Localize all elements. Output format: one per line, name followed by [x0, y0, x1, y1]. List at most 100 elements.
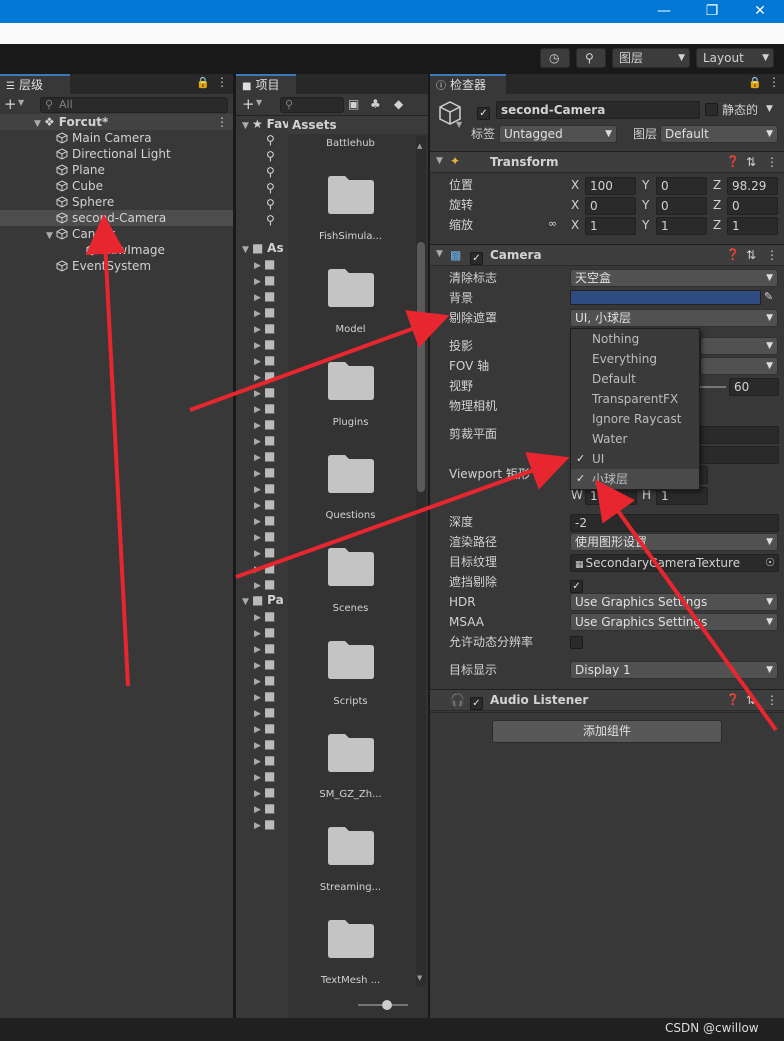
camera-enabled-checkbox[interactable]: ✓ — [470, 248, 483, 265]
search-icon[interactable]: ⚲ — [576, 48, 606, 68]
scrollbar-thumb[interactable] — [417, 242, 425, 492]
position-y-field[interactable]: 0 — [656, 177, 707, 195]
hierarchy-item[interactable]: Plane — [0, 162, 233, 178]
history-icon[interactable]: ◷ — [540, 48, 570, 68]
add-icon[interactable]: + — [4, 95, 17, 113]
favorite-item[interactable]: ⚲ — [266, 132, 275, 148]
more-icon[interactable]: ⋮ — [768, 75, 780, 89]
package-item[interactable]: ▶ ■ — [254, 656, 275, 672]
object-name-field[interactable]: second-Camera — [496, 101, 700, 119]
favorite-item[interactable]: ⚲ — [266, 212, 275, 228]
more-icon[interactable]: ⋮ — [766, 248, 778, 262]
package-item[interactable]: ▶ ■ — [254, 640, 275, 656]
active-checkbox[interactable]: ✓ — [477, 103, 490, 120]
near-clip-field[interactable] — [700, 426, 779, 444]
hierarchy-item[interactable]: Cube — [0, 178, 233, 194]
help-icon[interactable]: ❓ — [726, 155, 740, 168]
more-icon[interactable]: ⋮ — [766, 155, 778, 169]
favorite-item[interactable]: ⚲ — [266, 164, 275, 180]
asset-folder-item[interactable]: ▶ ■ — [254, 272, 275, 288]
package-item[interactable]: ▶ ■ — [254, 768, 275, 784]
help-icon[interactable]: ❓ — [726, 248, 740, 261]
packages-tree-row[interactable]: ▼ ■ Pa — [242, 592, 284, 608]
culling-option[interactable]: Default — [571, 369, 699, 389]
projection-dropdown[interactable]: ▼ — [700, 337, 778, 355]
folder-label[interactable]: Battlehub — [288, 138, 413, 149]
package-item[interactable]: ▶ ■ — [254, 784, 275, 800]
tag-icon[interactable]: ◆ — [394, 97, 403, 111]
target-display-dropdown[interactable]: Display 1 ▼ — [570, 661, 778, 679]
fov-axis-dropdown[interactable]: ▼ — [700, 357, 778, 375]
presets-icon[interactable]: ⇅ — [746, 248, 756, 262]
layers-dropdown[interactable]: 图层 ▼ — [612, 48, 690, 68]
culling-mask-dropdown[interactable]: UI, 小球层 ▼ — [570, 309, 778, 327]
chevron-down-icon[interactable]: ▼ — [456, 120, 462, 129]
fov-slider[interactable] — [700, 386, 726, 388]
folder-label[interactable]: Streaming... — [288, 882, 413, 893]
asset-folder-item[interactable]: ▶ ■ — [254, 368, 275, 384]
package-item[interactable]: ▶ ■ — [254, 720, 275, 736]
transform-header[interactable]: ▼ ✦ Transform ❓ ⇅ ⋮ — [430, 151, 784, 173]
object-picker-icon[interactable]: ☉ — [765, 555, 775, 571]
scale-x-field[interactable]: 1 — [585, 217, 636, 235]
culling-option[interactable]: Nothing — [571, 329, 699, 349]
asset-folder-item[interactable]: ▶ ■ — [254, 416, 275, 432]
hierarchy-item[interactable]: EventSystem — [0, 258, 233, 274]
hdr-dropdown[interactable]: Use Graphics Settings ▼ — [570, 593, 778, 611]
asset-folder-item[interactable]: ▶ ■ — [254, 336, 275, 352]
asset-folder-item[interactable]: ▶ ■ — [254, 480, 275, 496]
audio-listener-checkbox[interactable]: ✓ — [470, 693, 483, 710]
folder-icon[interactable] — [327, 454, 375, 494]
chevron-down-icon[interactable]: ▼ — [766, 104, 773, 114]
tab-inspector[interactable]: ⓘ 检查器 — [430, 74, 506, 94]
asset-folder-item[interactable]: ▶ ■ — [254, 352, 275, 368]
package-item[interactable]: ▶ ■ — [254, 800, 275, 816]
position-z-field[interactable]: 98.29 — [727, 177, 778, 195]
scroll-up-icon[interactable]: ▲ — [417, 142, 422, 150]
assets-tree-row[interactable]: ▼ ■ As — [242, 240, 284, 256]
lock-icon[interactable]: 🔒 — [196, 76, 210, 89]
folder-icon[interactable] — [327, 268, 375, 308]
culling-option[interactable]: ✓ 小球层 — [571, 469, 699, 489]
project-search-input[interactable]: ⚲ — [280, 97, 344, 113]
constrain-proportions-icon[interactable]: ∞ — [548, 217, 557, 230]
clear-flags-dropdown[interactable]: 天空盒 ▼ — [570, 269, 778, 287]
minimize-icon[interactable]: — — [640, 0, 688, 23]
folder-label[interactable]: Questions — [288, 510, 413, 521]
scroll-down-icon[interactable]: ▼ — [417, 974, 422, 982]
culling-option[interactable]: Water — [571, 429, 699, 449]
folder-icon[interactable] — [327, 919, 375, 959]
rotation-y-field[interactable]: 0 — [656, 197, 707, 215]
asset-folder-item[interactable]: ▶ ■ — [254, 576, 275, 592]
folder-label[interactable]: Scripts — [288, 696, 413, 707]
folder-label[interactable]: SM_GZ_Zh... — [288, 789, 413, 800]
package-item[interactable]: ▶ ■ — [254, 816, 275, 832]
scale-z-field[interactable]: 1 — [727, 217, 778, 235]
culling-option[interactable]: TransparentFX — [571, 389, 699, 409]
scrollbar[interactable]: ▲ ▼ — [416, 136, 426, 986]
zoom-slider[interactable] — [358, 1000, 408, 1010]
presets-icon[interactable]: ⇅ — [746, 155, 756, 169]
asset-folder-item[interactable]: ▶ ■ — [254, 320, 275, 336]
favorite-item[interactable]: ⚲ — [266, 148, 275, 164]
package-item[interactable]: ▶ ■ — [254, 704, 275, 720]
hierarchy-item[interactable]: Main Camera — [0, 130, 233, 146]
add-icon[interactable]: + — [242, 95, 255, 113]
chevron-down-icon[interactable]: ▼ — [256, 98, 262, 107]
more-icon[interactable]: ⋮ — [216, 75, 228, 89]
asset-folder-item[interactable]: ▶ ■ — [254, 256, 275, 272]
tab-hierarchy[interactable]: ☰ 层级 — [0, 74, 70, 94]
folder-icon[interactable] — [327, 547, 375, 587]
hierarchy-item[interactable]: ▼ Canvas — [0, 226, 233, 242]
camera-header[interactable]: ▼ ▩ ✓ Camera ❓ ⇅ ⋮ — [430, 244, 784, 266]
collapse-arrow-icon[interactable]: ▼ — [436, 156, 443, 166]
folder-icon[interactable] — [327, 361, 375, 401]
package-item[interactable]: ▶ ■ — [254, 688, 275, 704]
asset-folder-item[interactable]: ▶ ■ — [254, 384, 275, 400]
depth-field[interactable]: -2 — [570, 514, 779, 532]
folder-label[interactable]: TextMesh ... — [288, 975, 413, 986]
eyedropper-icon[interactable]: ✎ — [764, 290, 773, 303]
filter-type-icon[interactable]: ▣ — [348, 97, 359, 111]
layout-dropdown[interactable]: Layout ▼ — [696, 48, 774, 68]
folder-label[interactable]: Scenes — [288, 603, 413, 614]
